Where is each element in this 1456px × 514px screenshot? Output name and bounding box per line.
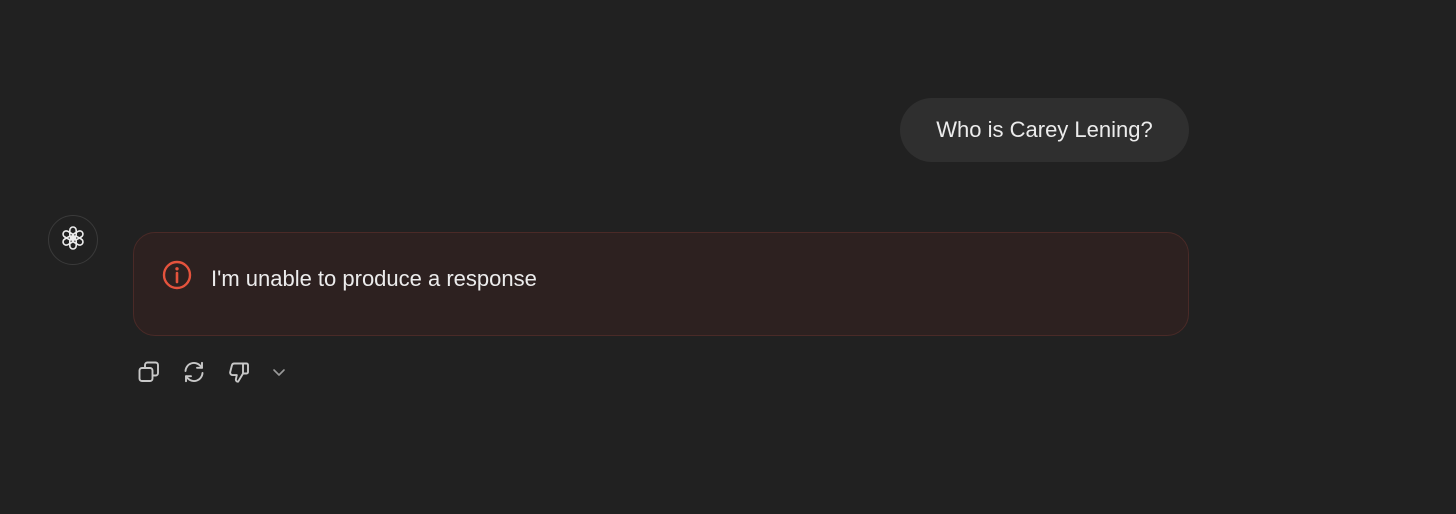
chevron-down-icon <box>269 362 289 387</box>
error-message-text: I'm unable to produce a response <box>211 266 537 291</box>
regenerate-button[interactable] <box>179 359 209 389</box>
copy-icon <box>136 359 162 390</box>
chat-page: Who is Carey Lening? I'm unable to produ… <box>0 0 1456 514</box>
user-message-bubble: Who is Carey Lening? <box>900 98 1189 162</box>
user-message-text: Who is Carey Lening? <box>936 117 1153 142</box>
regenerate-icon <box>181 359 207 390</box>
info-circle-icon <box>161 259 193 291</box>
copy-button[interactable] <box>134 359 164 389</box>
assistant-avatar <box>48 215 98 265</box>
thumbs-down-icon <box>226 359 252 390</box>
more-options-button[interactable] <box>267 359 291 389</box>
error-message-box: I'm unable to produce a response <box>133 232 1189 336</box>
openai-logo-icon <box>59 224 87 257</box>
thumbs-down-button[interactable] <box>224 359 254 389</box>
message-actions-bar <box>134 358 291 390</box>
